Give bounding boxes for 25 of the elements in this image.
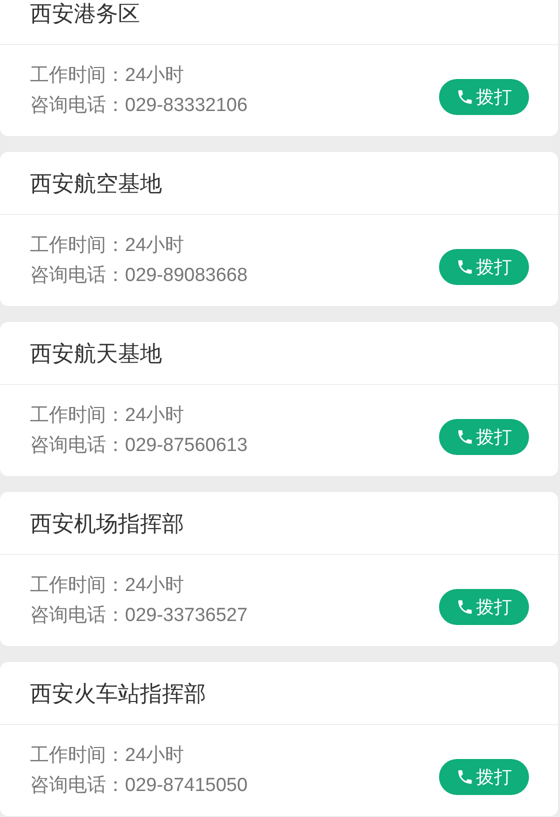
call-button[interactable]: 拨打 xyxy=(439,589,529,625)
phone-icon xyxy=(456,598,474,616)
phone-number: 咨询电话：029-33736527 xyxy=(30,604,248,628)
office-name: 西安火车站指挥部 xyxy=(30,680,206,708)
office-name: 西安港务区 xyxy=(30,0,140,28)
office-name: 西安航天基地 xyxy=(30,340,162,368)
office-name: 西安航空基地 xyxy=(30,170,162,198)
call-button[interactable]: 拨打 xyxy=(439,419,529,455)
working-hours: 工作时间：24小时 xyxy=(30,234,186,258)
working-hours: 工作时间：24小时 xyxy=(30,404,186,428)
call-button[interactable]: 拨打 xyxy=(439,759,529,795)
phone-number: 咨询电话：029-87415050 xyxy=(30,774,248,798)
phone-icon xyxy=(456,768,474,786)
office-name: 西安机场指挥部 xyxy=(30,510,184,538)
working-hours: 工作时间：24小时 xyxy=(30,744,186,768)
phone-icon xyxy=(456,88,474,106)
phone-number: 咨询电话：029-87560613 xyxy=(30,434,248,458)
working-hours: 工作时间：24小时 xyxy=(30,64,186,88)
phone-number: 咨询电话：029-89083668 xyxy=(30,264,248,288)
phone-number: 咨询电话：029-83332106 xyxy=(30,94,248,118)
phone-icon xyxy=(456,428,474,446)
call-button[interactable]: 拨打 xyxy=(439,79,529,115)
working-hours: 工作时间：24小时 xyxy=(30,574,186,598)
call-button[interactable]: 拨打 xyxy=(439,249,529,285)
phone-icon xyxy=(456,258,474,276)
